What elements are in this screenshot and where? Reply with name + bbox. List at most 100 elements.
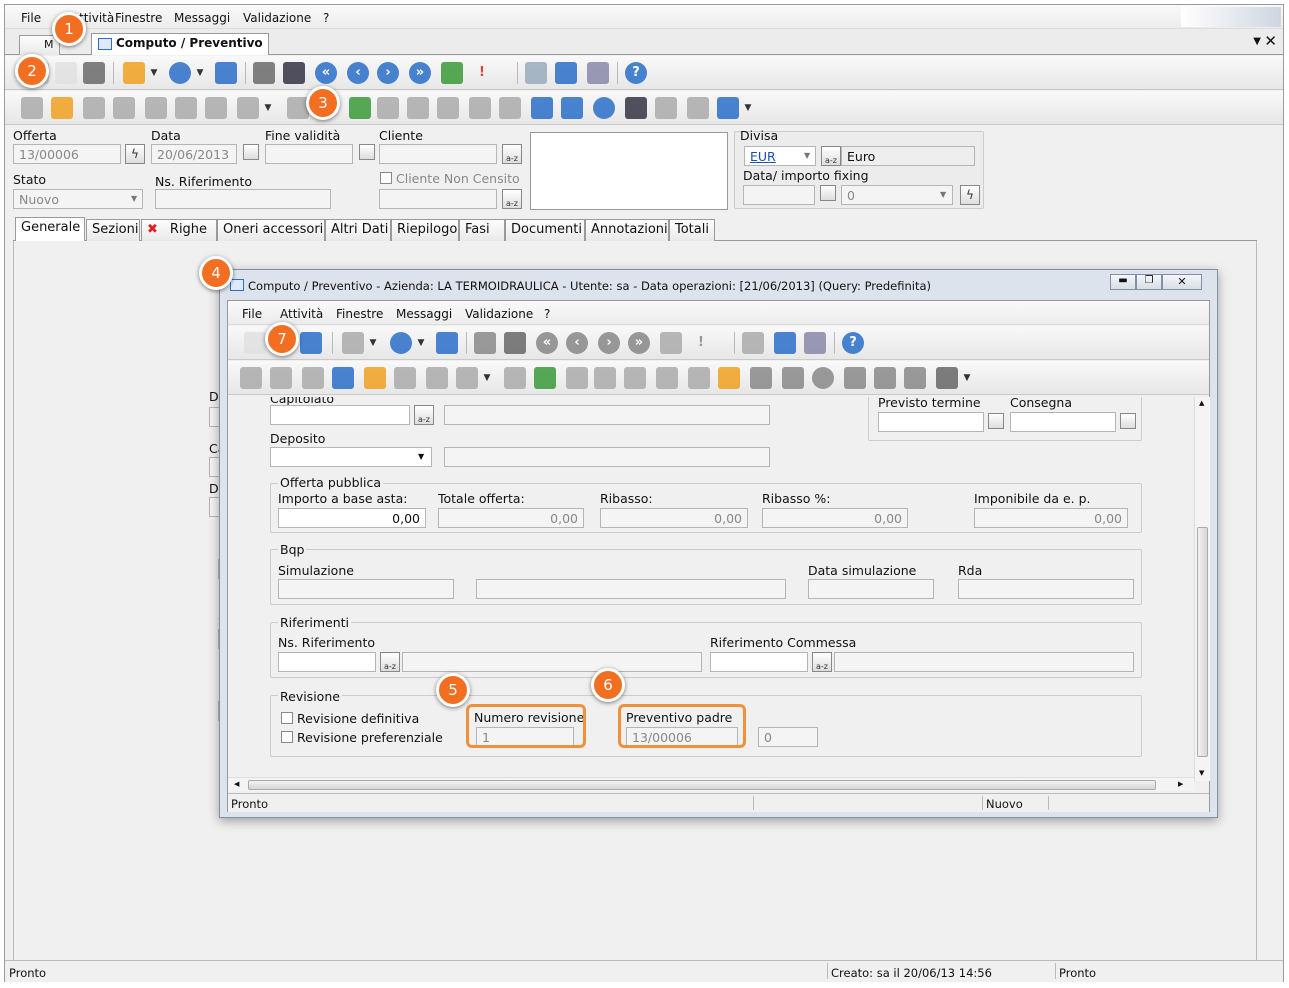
dropdown-arrow-icon[interactable]: ▼ [147, 64, 161, 82]
folder-icon[interactable] [83, 97, 105, 119]
binoculars-icon[interactable] [283, 62, 305, 84]
cancel-icon[interactable] [742, 332, 764, 354]
vertical-scroll-thumb[interactable] [1197, 527, 1208, 757]
gears-icon[interactable] [469, 97, 491, 119]
tab-main[interactable]: M [19, 35, 60, 55]
rif-commessa-search-icon[interactable]: a-z [812, 652, 832, 672]
cut-icon[interactable] [426, 367, 448, 389]
dropdown-arrow-icon[interactable]: ▼ [261, 99, 275, 117]
cliente-nc-field[interactable] [379, 189, 497, 209]
wrench-icon[interactable] [499, 97, 521, 119]
settings-window-icon[interactable] [436, 332, 458, 354]
last-record-icon[interactable]: » [628, 332, 650, 354]
document-x-icon[interactable] [407, 97, 429, 119]
menu-file[interactable]: File [21, 11, 41, 25]
compass-icon[interactable] [593, 97, 615, 119]
house-icon[interactable] [531, 97, 553, 119]
globe-icon[interactable] [169, 62, 191, 84]
child-menu-messaggi[interactable]: Messaggi [396, 307, 452, 321]
tab-section-generale[interactable]: Generale [15, 217, 85, 241]
dropdown-arrow-icon[interactable]: ▼ [366, 334, 380, 352]
house-globe-icon[interactable] [561, 97, 583, 119]
export-icon[interactable] [175, 97, 197, 119]
dropdown-arrow-icon[interactable]: ▼ [480, 369, 494, 387]
gear-flash-icon[interactable] [687, 97, 709, 119]
ns-rif-search-icon[interactable]: a-z [380, 652, 400, 672]
minimize-button[interactable]: ▬ [1110, 274, 1136, 290]
divisa-search-icon[interactable]: a-z [821, 146, 841, 166]
horizontal-scrollbar[interactable]: ◀ ▶ [228, 777, 1194, 791]
printer-icon[interactable] [237, 97, 259, 119]
previous-record-icon[interactable]: ‹ [347, 62, 369, 84]
ep-copy-icon[interactable] [145, 97, 167, 119]
gear-flash-icon[interactable] [904, 367, 926, 389]
save-icon[interactable] [300, 332, 322, 354]
cliente-search-icon[interactable]: a-z [502, 144, 522, 164]
folder-icon[interactable] [270, 367, 292, 389]
open-folder-icon[interactable] [21, 97, 43, 119]
globe-icon[interactable] [390, 332, 412, 354]
magnifier-icon[interactable] [474, 332, 496, 354]
child-menu-validazione[interactable]: Validazione [465, 307, 533, 321]
ns-riferimento-field[interactable] [155, 189, 331, 209]
cliente-non-censito-checkbox[interactable] [380, 172, 392, 184]
data-field[interactable]: 20/06/2013 [151, 144, 237, 164]
save-icon[interactable] [83, 62, 105, 84]
deposito-select[interactable] [270, 447, 432, 467]
books-icon[interactable] [587, 62, 609, 84]
first-record-icon[interactable]: « [315, 62, 337, 84]
next-record-icon[interactable]: › [598, 332, 620, 354]
rif-commessa-field[interactable] [710, 652, 808, 672]
offerta-field[interactable]: 13/00006 [13, 144, 121, 164]
tab-section-annotazioni[interactable]: Annotazioni [585, 219, 669, 241]
tab-section-fasi[interactable]: Fasi [459, 219, 505, 241]
calendar-grid-icon[interactable] [936, 367, 958, 389]
tab-computo-preventivo[interactable]: Computo / Preventivo [91, 33, 269, 55]
menu-messaggi[interactable]: Messaggi [174, 11, 230, 25]
alert-icon[interactable]: ! [471, 62, 493, 84]
cut-icon[interactable] [205, 97, 227, 119]
previous-record-icon[interactable]: ‹ [566, 332, 588, 354]
refresh-icon[interactable] [660, 332, 682, 354]
child-menu-attivita[interactable]: Attività [280, 307, 323, 321]
next-record-icon[interactable]: › [377, 62, 399, 84]
folder-icon[interactable] [302, 367, 324, 389]
tab-section-righe[interactable]: ✖ Righe [141, 219, 217, 241]
tab-section-sezioni[interactable]: Sezioni [86, 219, 140, 241]
dropdown-arrow-icon[interactable]: ▼ [960, 369, 974, 387]
previsto-termine-field[interactable] [878, 412, 984, 432]
revisione-definitiva-checkbox[interactable] [281, 712, 293, 724]
fixing-calendar-icon[interactable] [820, 185, 836, 201]
calendar-grid-icon[interactable] [717, 97, 739, 119]
list-icon[interactable] [377, 97, 399, 119]
help-icon[interactable]: ? [625, 62, 647, 84]
tab-section-totali[interactable]: Totali [669, 219, 715, 241]
user-icon[interactable] [844, 367, 866, 389]
tab-section-oneri-accessori[interactable]: Oneri accessori [217, 219, 325, 241]
fine-calendar-icon[interactable] [359, 144, 375, 160]
function-icon[interactable] [342, 332, 364, 354]
tab-section-altri-dati[interactable]: Altri Dati [325, 219, 391, 241]
dropdown-arrow-icon[interactable]: ▼ [414, 334, 428, 352]
refresh-icon[interactable] [441, 62, 463, 84]
capitolato-search-icon[interactable]: a-z [414, 405, 434, 425]
gears-icon[interactable] [688, 367, 710, 389]
importo-field[interactable]: 0,00 [278, 508, 426, 528]
menu-validazione[interactable]: Validazione [243, 11, 311, 25]
undo-icon[interactable] [555, 62, 577, 84]
scroll-down-icon[interactable]: ▼ [1199, 769, 1204, 777]
menu-finestre[interactable]: Finestre [115, 11, 162, 25]
first-record-icon[interactable]: « [536, 332, 558, 354]
dropdown-arrow-icon[interactable]: ▼ [193, 64, 207, 82]
sort-icon[interactable] [437, 97, 459, 119]
child-menu-file[interactable]: File [242, 307, 262, 321]
excel-icon[interactable] [566, 367, 588, 389]
fixing-amount-field[interactable]: 0 [841, 185, 953, 205]
alert-icon[interactable]: ! [690, 332, 712, 354]
excel-icon[interactable] [349, 97, 371, 119]
capitolato-field[interactable] [270, 405, 410, 425]
house-icon[interactable] [750, 367, 772, 389]
function-icon[interactable] [123, 62, 145, 84]
books-icon[interactable] [804, 332, 826, 354]
tab-section-documenti[interactable]: Documenti [505, 219, 585, 241]
